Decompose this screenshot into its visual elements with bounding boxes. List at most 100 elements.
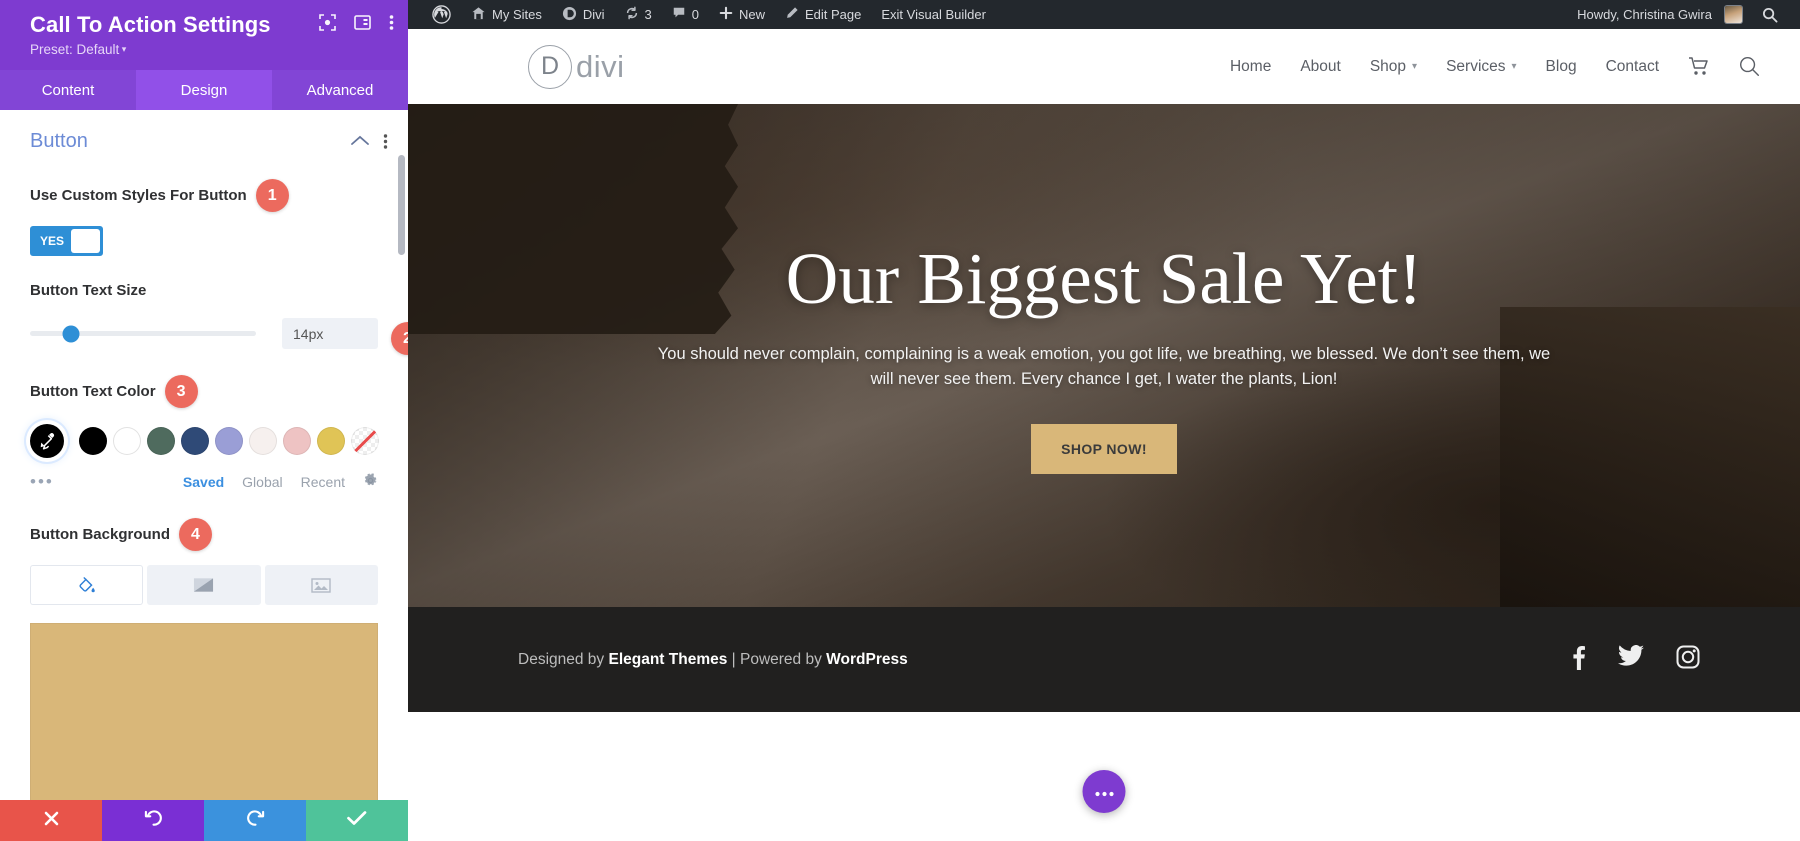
wpbar-comments[interactable]: 0 [662,0,709,29]
field-label: Button Text Size [30,282,147,300]
paint-bucket-icon[interactable] [30,565,144,605]
panel-header: Call To Action Settings Preset: Default … [0,0,408,70]
color-tab-global[interactable]: Global [242,474,282,490]
wpbar-howdy[interactable]: Howdy, Christina Gwira [1567,0,1752,29]
wpbar-my-sites[interactable]: My Sites [461,0,552,29]
wpbar-label: My Sites [492,7,542,22]
site-nav: Home About Shop ▾ Services ▾ Blog Contact [1230,56,1760,77]
nav-label: About [1300,57,1341,75]
kebab-menu-icon[interactable] [383,133,388,151]
footer-social [1572,644,1700,675]
wpbar-exit-visual-builder[interactable]: Exit Visual Builder [871,0,996,29]
custom-styles-toggle[interactable]: YES [30,226,103,256]
facebook-icon[interactable] [1572,645,1586,675]
layout-panel-icon[interactable] [354,14,371,36]
gear-icon[interactable] [363,473,378,491]
search-icon[interactable] [1739,56,1760,77]
field-button-text-size: Button Text Size 2 [0,282,408,355]
swatch-pink[interactable] [283,427,311,455]
plus-icon [719,6,733,23]
wpbar-label: Divi [582,7,605,22]
annotation-badge-4: 4 [179,518,212,551]
image-icon[interactable] [264,565,378,605]
text-size-input[interactable] [282,318,378,349]
footer-brand-wordpress[interactable]: WordPress [826,651,908,668]
wordpress-logo-icon[interactable] [422,0,461,29]
chevron-down-icon: ▾ [1511,61,1517,72]
footer-credit: Designed by Elegant Themes | Powered by … [518,651,908,669]
button-section-header[interactable]: Button [0,110,408,153]
nav-label: Contact [1605,57,1659,75]
module-settings-panel: Call To Action Settings Preset: Default … [0,0,408,841]
annotation-badge-2: 2 [391,322,408,355]
nav-item-blog[interactable]: Blog [1546,58,1577,76]
wpbar-new[interactable]: New [709,0,775,29]
cancel-button[interactable] [0,800,102,841]
tab-content[interactable]: Content [0,70,136,110]
comments-icon [672,6,686,23]
color-tab-recent[interactable]: Recent [301,474,345,490]
divi-icon [562,6,577,24]
focus-frame-icon[interactable] [319,14,336,36]
swatch-white[interactable] [113,427,141,455]
cart-icon[interactable] [1688,57,1710,76]
eyedropper-icon[interactable] [30,424,64,458]
nav-item-about[interactable]: About [1300,58,1341,76]
panel-action-bar [0,800,408,841]
search-icon[interactable] [1752,0,1788,29]
wpbar-label: New [738,7,765,22]
wpbar-edit-page[interactable]: Edit Page [775,0,871,29]
field-use-custom-styles: Use Custom Styles For Button 1 YES [0,179,408,256]
footer-middle: | Powered by [727,650,827,668]
nav-label: Shop [1369,57,1407,75]
panel-scrollbar[interactable] [398,155,405,255]
kebab-menu-icon[interactable] [389,14,394,36]
background-color-preview[interactable] [30,623,378,800]
color-meta-row: ••• Saved Global Recent [30,472,378,492]
panel-header-icons [319,14,394,36]
field-label: Button Background [30,526,170,543]
wpbar-divi[interactable]: Divi [552,0,615,29]
tab-advanced[interactable]: Advanced [272,70,408,110]
swatch-periwinkle[interactable] [215,427,243,455]
shop-now-button[interactable]: SHOP NOW! [1031,423,1177,474]
field-label: Use Custom Styles For Button [30,187,247,204]
site-logo[interactable]: D divi [528,44,625,89]
wpbar-updates[interactable]: 3 [615,0,662,29]
swatch-offwhite[interactable] [249,427,277,455]
footer-brand-elegant-themes[interactable]: Elegant Themes [608,651,727,668]
undo-button[interactable] [102,800,204,841]
nav-item-shop[interactable]: Shop ▾ [1370,58,1417,76]
close-icon [43,810,60,832]
nav-item-home[interactable]: Home [1230,58,1271,76]
gradient-icon[interactable] [147,565,261,605]
hero-content: Our Biggest Sale Yet! You should never c… [624,238,1584,474]
nav-item-services[interactable]: Services ▾ [1446,58,1516,76]
chevron-up-icon[interactable] [351,133,369,151]
hero-subtitle: You should never complain, complaining i… [657,344,1551,388]
text-size-slider[interactable] [30,325,256,342]
swatch-transparent[interactable] [351,427,379,455]
save-button[interactable] [306,800,408,841]
nav-item-contact[interactable]: Contact [1606,58,1659,76]
nav-label: Blog [1545,57,1577,75]
sites-icon [471,6,486,24]
panel-body: Button Use Custom Styles For Button 1 YES… [0,110,408,800]
instagram-icon[interactable] [1676,645,1700,675]
panel-preset[interactable]: Preset: Default ▾ [30,42,390,57]
avatar [1725,6,1742,23]
twitter-icon[interactable] [1618,644,1644,675]
tab-design[interactable]: Design [136,70,272,110]
field-button-text-color: Button Text Color 3 ••• Saved Global Rec… [0,375,408,492]
more-swatches-icon[interactable]: ••• [30,472,165,492]
swatch-navy[interactable] [181,427,209,455]
visual-builder-fab[interactable] [1082,770,1126,813]
panel-preset-label: Preset: Default [30,42,120,57]
swatch-green[interactable] [147,427,175,455]
swatch-black[interactable] [79,427,107,455]
swatch-gold[interactable] [317,427,345,455]
color-tab-saved[interactable]: Saved [183,474,224,490]
site-footer: Designed by Elegant Themes | Powered by … [408,607,1800,712]
slider-handle[interactable] [62,325,80,342]
redo-button[interactable] [204,800,306,841]
